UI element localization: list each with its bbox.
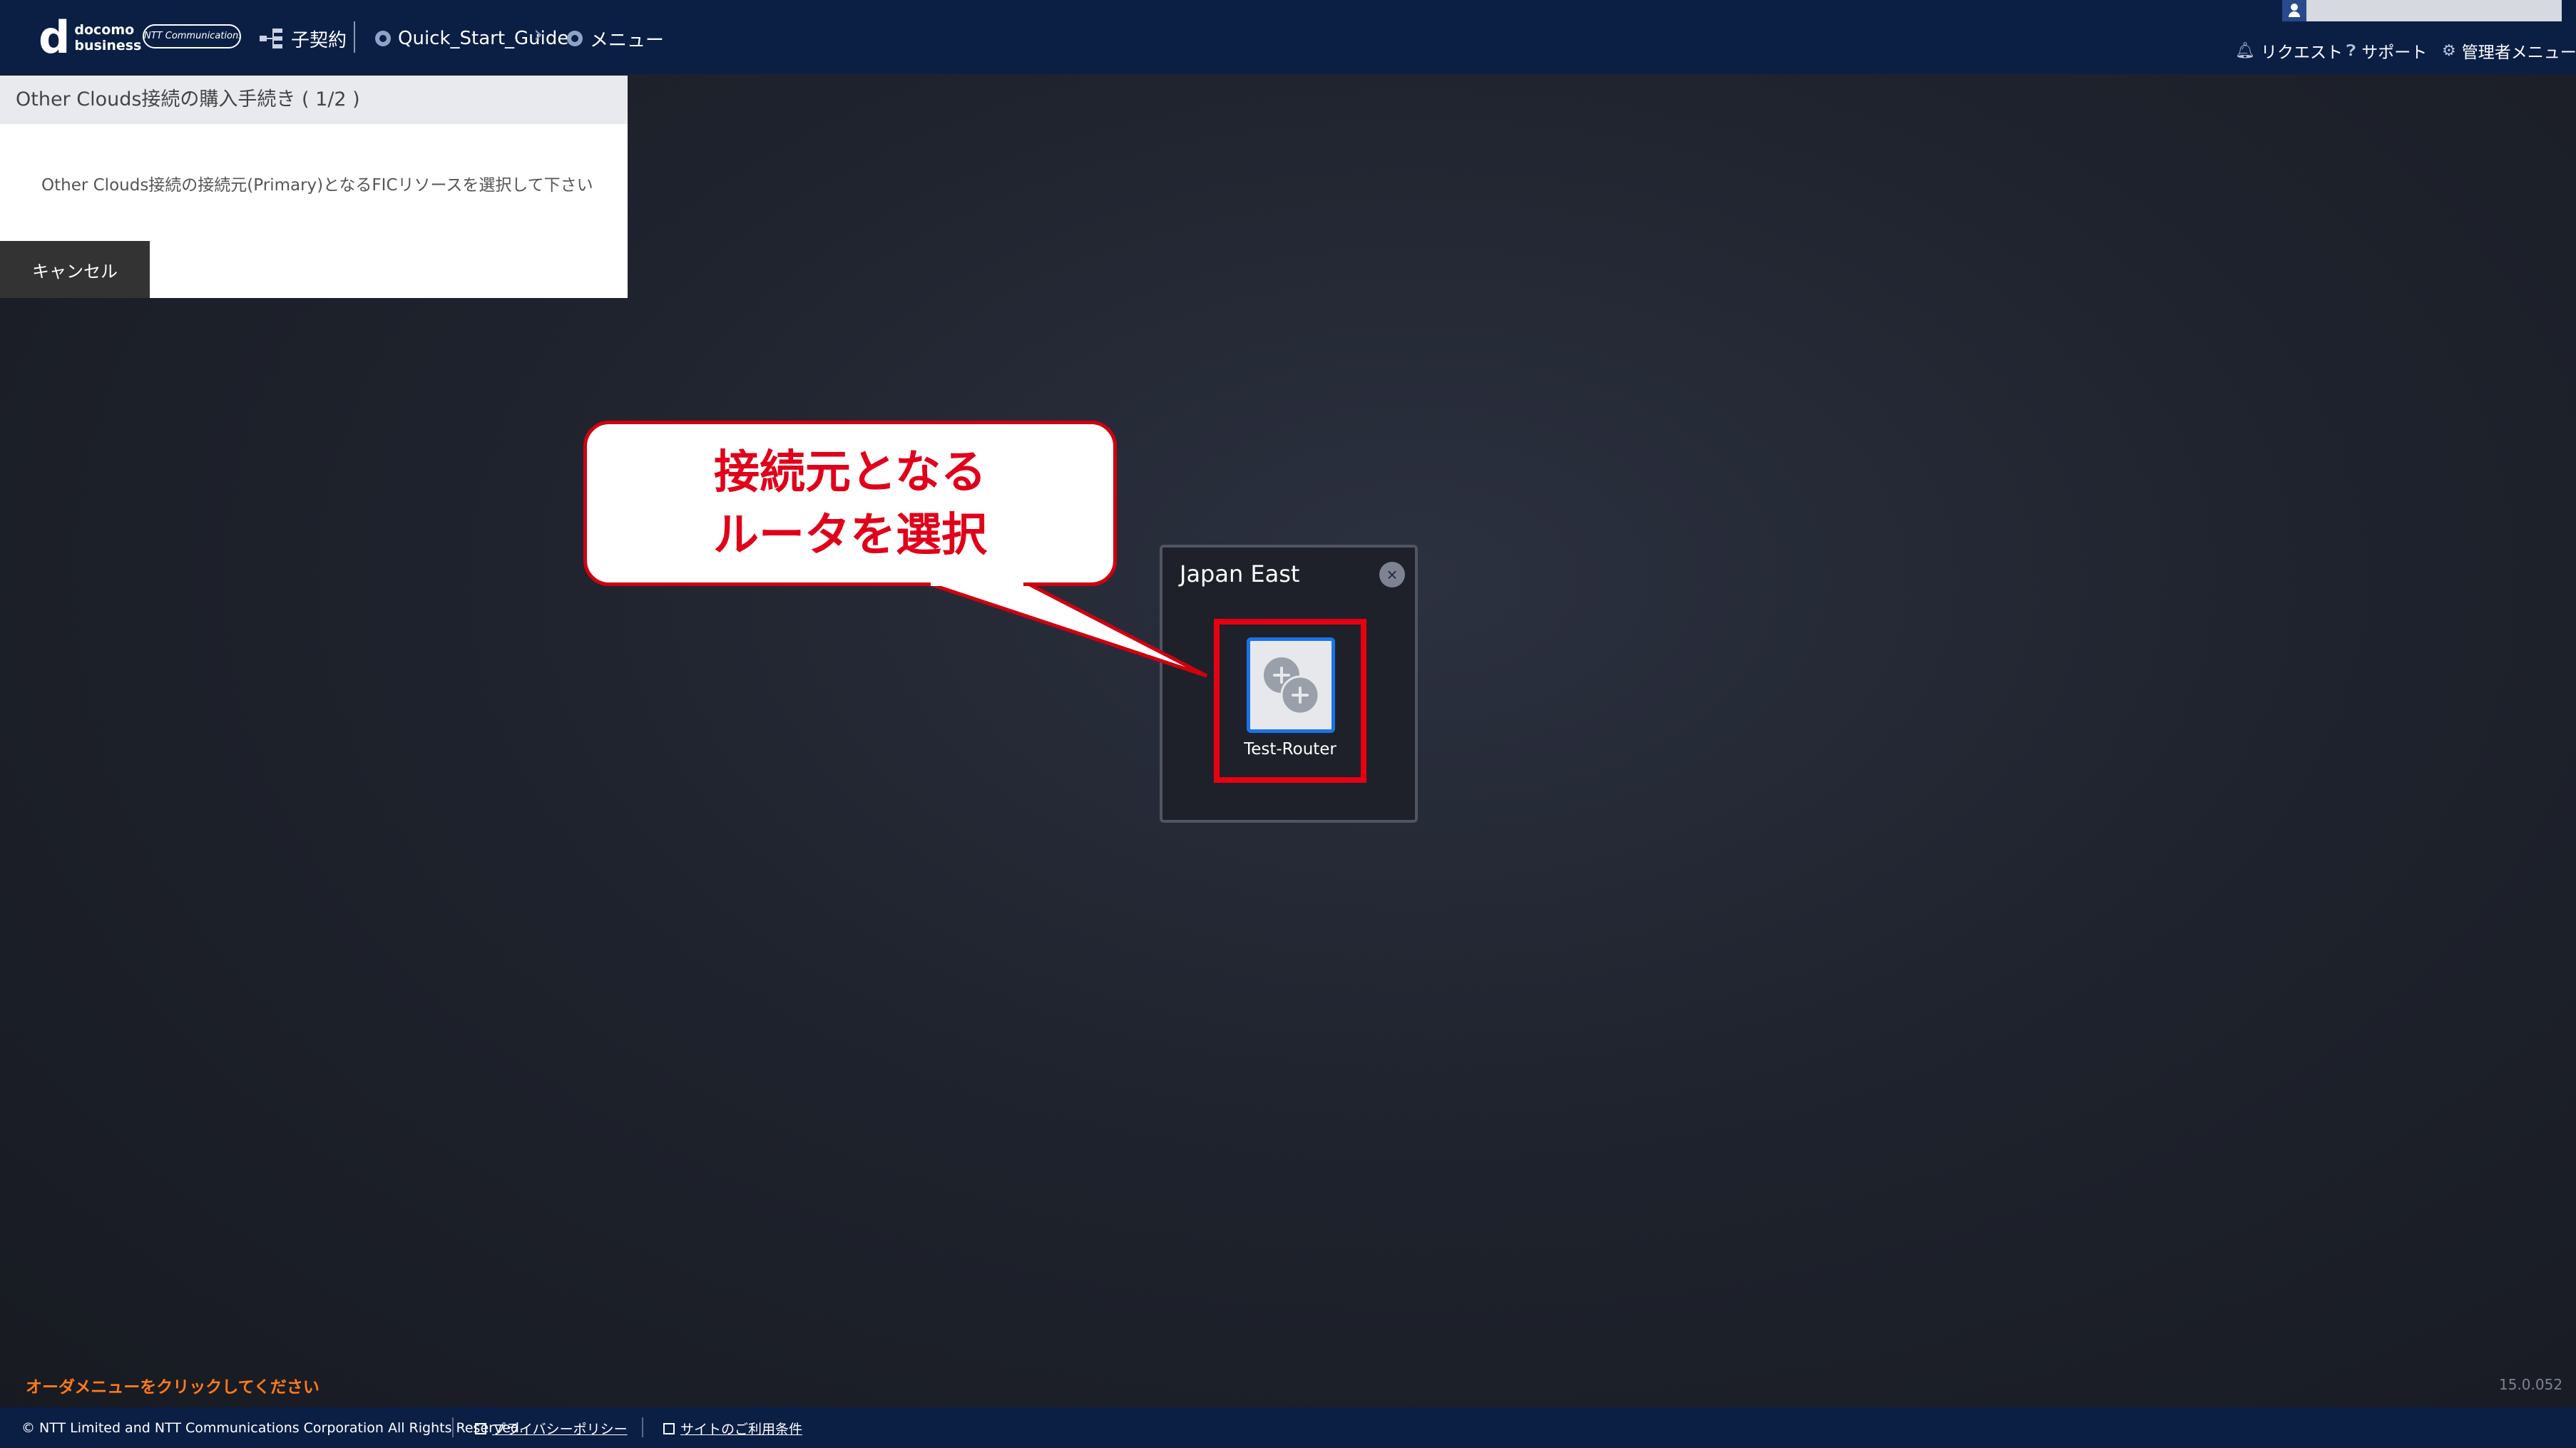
instruction-callout: 接続元となる ルータを選択 bbox=[583, 421, 1117, 586]
callout-line-1: 接続元となる bbox=[713, 446, 987, 499]
callout-line-2: ルータを選択 bbox=[713, 509, 987, 562]
callout-pointer bbox=[926, 581, 1208, 678]
